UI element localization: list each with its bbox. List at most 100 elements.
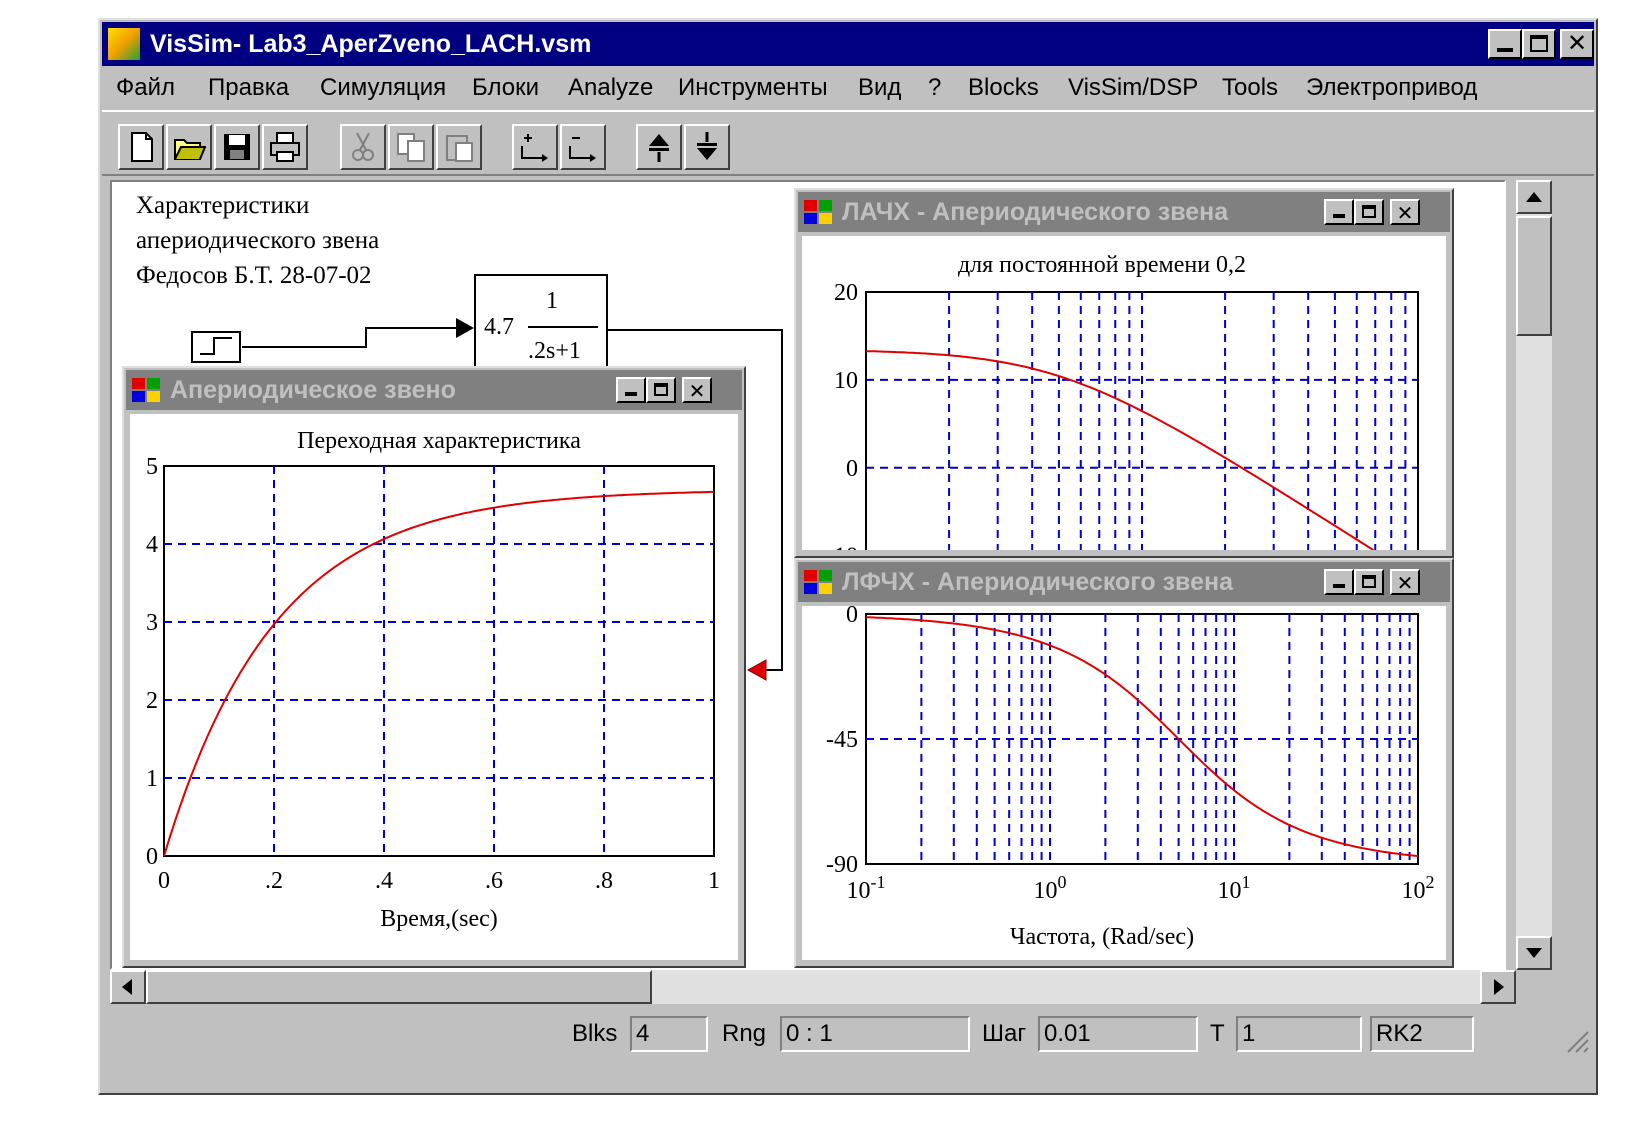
menu-electric-drive[interactable]: Электропривод [1306, 74, 1477, 102]
maximize-icon [1530, 35, 1548, 52]
app-window: VisSim- Lab3_AperZveno_LACH.vsm ✕ Файл П… [98, 18, 1598, 1095]
x-axis-label: Частота, (Rad/sec) [1010, 924, 1194, 950]
lfchx-close-button[interactable]: ✕ [1390, 569, 1420, 595]
transient-chart: Переходная характеристика 0 .2 .4 .6 .8 1 0 1 2 3 4… [146, 428, 720, 932]
window-title: VisSim- Lab3_AperZveno_LACH.vsm [150, 30, 592, 58]
menu-analyze[interactable]: Analyze [568, 74, 653, 102]
menu-tools[interactable]: Tools [1222, 74, 1278, 102]
transient-titlebar[interactable]: Апериодическое звено ✕ [126, 370, 742, 410]
close-icon: ✕ [1396, 201, 1414, 225]
integration-method: RK2 [1370, 1016, 1474, 1052]
scroll-up-button[interactable] [1516, 180, 1552, 214]
transient-close-button[interactable]: ✕ [682, 377, 712, 403]
minimize-button[interactable] [1488, 29, 1522, 59]
y-tick-label: -90 [826, 852, 858, 878]
close-icon: ✕ [688, 379, 706, 403]
menu-vissim-dsp[interactable]: VisSim/DSP [1068, 74, 1198, 102]
horizontal-scrollbar[interactable] [110, 970, 1516, 1004]
copy-button[interactable] [388, 124, 434, 170]
block-gain: 4.7 [484, 314, 514, 340]
lachx-window[interactable]: ЛАЧХ - Апериодического звена ✕ для посто… [794, 188, 1454, 603]
vertical-scrollbar[interactable] [1516, 180, 1552, 970]
time-label: T [1210, 1020, 1225, 1047]
maximize-button[interactable] [1522, 29, 1556, 59]
move-down-icon [697, 132, 717, 160]
step-minus-icon [569, 137, 596, 162]
chart-title: для постоянной времени 0,2 [958, 252, 1246, 278]
menu-file[interactable]: Файл [116, 74, 175, 102]
arrow-up-icon [1526, 192, 1542, 202]
horizontal-scroll-thumb[interactable] [146, 970, 652, 1004]
save-button[interactable] [214, 124, 260, 170]
lfchx-window[interactable]: ЛФЧХ - Апериодического звена ✕ 0 -45 -90 10… [794, 558, 1454, 968]
move-up-button[interactable] [636, 124, 682, 170]
step-plus-button[interactable] [512, 124, 558, 170]
print-button[interactable] [262, 124, 308, 170]
menu-help[interactable]: ? [928, 74, 941, 102]
close-button[interactable]: ✕ [1560, 29, 1594, 59]
step-minus-button[interactable] [560, 124, 606, 170]
minimize-icon [625, 392, 637, 396]
resize-grip-icon[interactable] [1562, 1026, 1590, 1054]
open-file-button[interactable] [166, 124, 212, 170]
range-label: Rng [722, 1020, 767, 1047]
scroll-down-button[interactable] [1516, 936, 1552, 970]
lfchx-minimize-button[interactable] [1324, 569, 1354, 595]
diagram-workspace[interactable]: Характеристики апериодического звена Фед… [110, 180, 1506, 970]
x-tick-label: 101 [1218, 872, 1251, 904]
menu-edit[interactable]: Правка [208, 74, 289, 102]
minimize-icon [1497, 48, 1513, 52]
move-down-button[interactable] [684, 124, 730, 170]
arrow-right-icon [1494, 979, 1504, 995]
paste-button[interactable] [436, 124, 482, 170]
transient-maximize-button[interactable] [646, 377, 676, 403]
toolbar [102, 110, 1594, 176]
menu-blocks-ru[interactable]: Блоки [472, 74, 539, 102]
vertical-scroll-thumb[interactable] [1516, 216, 1552, 336]
menu-tools-ru[interactable]: Инструменты [678, 74, 828, 102]
y-tick-label: 5 [146, 454, 158, 480]
windows-flag-icon [132, 378, 160, 402]
cut-button[interactable] [340, 124, 386, 170]
arrow-left-icon [122, 979, 132, 995]
lachx-minimize-button[interactable] [1324, 199, 1354, 225]
menu-simulation[interactable]: Симуляция [320, 74, 446, 102]
vissim-logo-icon [108, 28, 140, 60]
new-file-button[interactable] [118, 124, 164, 170]
move-up-icon [649, 134, 669, 162]
lachx-close-button[interactable]: ✕ [1390, 199, 1420, 225]
minimize-icon [1333, 214, 1345, 218]
time-value: 1 [1236, 1016, 1362, 1052]
new-file-icon [131, 132, 153, 162]
maximize-icon [1362, 575, 1376, 588]
window-titlebar[interactable]: VisSim- Lab3_AperZveno_LACH.vsm ✕ [102, 22, 1594, 66]
lfchx-maximize-button[interactable] [1354, 569, 1384, 595]
x-tick-label: .6 [485, 868, 503, 894]
scroll-left-button[interactable] [110, 970, 146, 1004]
chart-title: Переходная характеристика [297, 428, 581, 454]
x-tick-label: 100 [1034, 872, 1067, 904]
transfer-function-block[interactable]: 4.7 1 .2s+1 [474, 274, 608, 380]
minimize-icon [1333, 584, 1345, 588]
lachx-titlebar[interactable]: ЛАЧХ - Апериодического звена ✕ [798, 192, 1450, 232]
step-plus-icon [521, 134, 548, 162]
menu-view[interactable]: Вид [858, 74, 901, 102]
scroll-right-button[interactable] [1480, 970, 1516, 1004]
copy-icon [397, 133, 425, 162]
y-tick-label: 0 [146, 844, 158, 870]
x-tick-label: 1 [708, 868, 720, 894]
transient-window[interactable]: Апериодическое звено ✕ Переходная характ… [122, 366, 746, 968]
windows-flag-icon [804, 200, 832, 224]
menu-blocks[interactable]: Blocks [968, 74, 1039, 102]
fraction-bar [528, 326, 598, 328]
lachx-plot-area: для постоянной времени 0,2 20 10 0 -10 [802, 236, 1446, 603]
x-tick-label: .4 [375, 868, 393, 894]
close-icon: ✕ [1566, 29, 1588, 57]
lachx-maximize-button[interactable] [1354, 199, 1384, 225]
lfchx-titlebar[interactable]: ЛФЧХ - Апериодического звена ✕ [798, 562, 1450, 602]
menu-bar: Файл Правка Симуляция Блоки Analyze Инст… [102, 68, 1594, 108]
x-tick-label: .8 [595, 868, 613, 894]
y-tick-label: 3 [146, 610, 158, 636]
block-numerator: 1 [546, 288, 558, 314]
transient-minimize-button[interactable] [616, 377, 646, 403]
